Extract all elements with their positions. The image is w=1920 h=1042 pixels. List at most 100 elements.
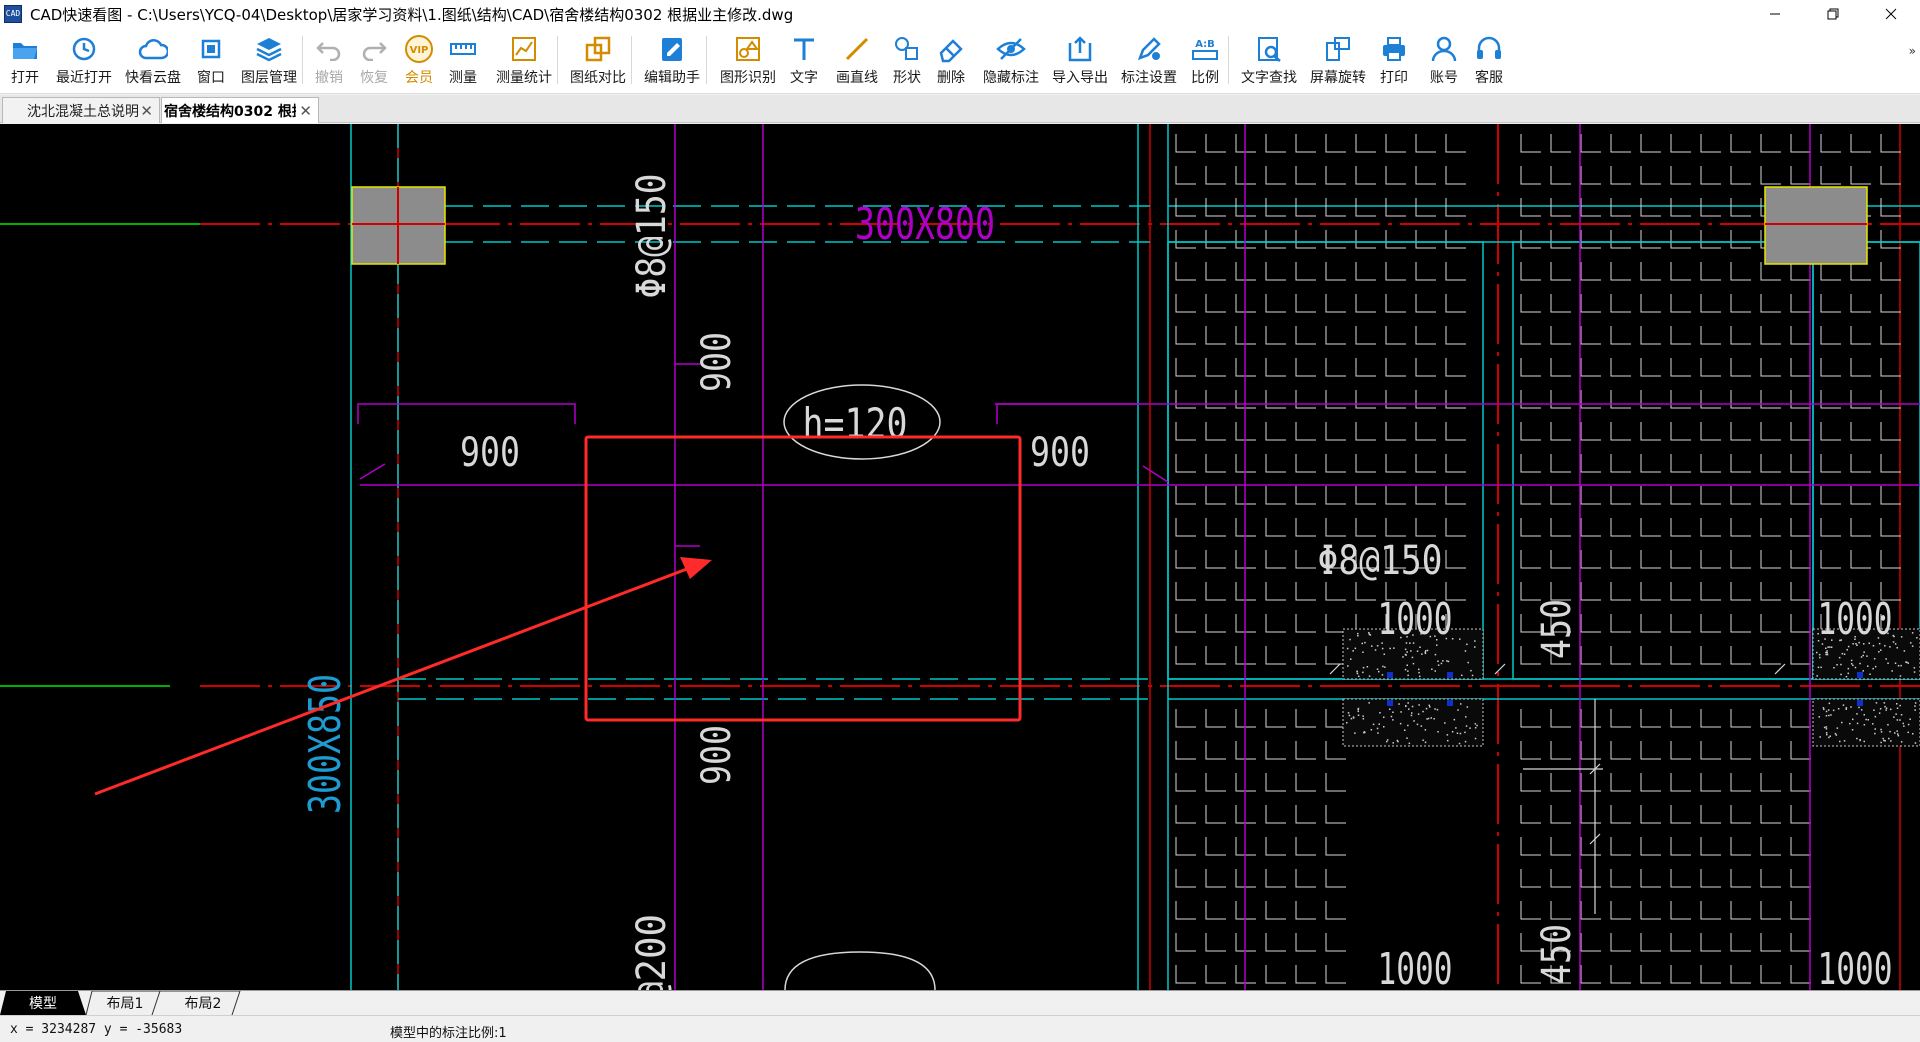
speckle-dot [1383,716,1385,718]
compare-button[interactable]: 图纸对比 [570,34,626,90]
speckle-dot [1471,674,1474,677]
speckle-dot [1466,643,1468,646]
speckle-dot [1418,668,1420,671]
speckle-dot [1905,661,1907,663]
rotate-screen-button[interactable]: 屏幕旋转 [1310,34,1366,90]
speckle-dot [1850,706,1852,708]
shape-tool-button[interactable]: 形状 [892,34,922,90]
toolbar-overflow-button[interactable]: » [1909,44,1916,58]
speckle-dot [1818,716,1820,718]
text-search-label: 文字查找 [1241,70,1297,86]
toolbar-divider [557,36,558,84]
close-tab-icon[interactable]: ✕ [140,102,153,120]
dim-450-a: 450 [1534,599,1580,659]
speckle-dot [1896,730,1898,732]
speckle-dot [1417,713,1420,715]
close-tab-icon[interactable]: ✕ [299,102,312,120]
shape-recog-button[interactable]: 图形识别 [720,34,776,90]
restore-button[interactable] [1804,0,1862,28]
ratio-button[interactable]: A:B 比例 [1190,34,1220,90]
speckle-dot [1368,675,1371,677]
minimize-button[interactable] [1746,0,1804,28]
layers-button[interactable]: 图层管理 [241,34,297,90]
speckle-dot [1358,675,1360,678]
speckle-dot [1464,731,1466,734]
speckle-dot [1858,706,1860,709]
account-button[interactable]: 账号 [1429,34,1459,90]
drawing-canvas[interactable]: 300X800 300X850 Φ8@150 Φ8@150 @200 900 9… [0,124,1920,990]
undo-button[interactable]: 撤销 [314,34,344,90]
service-button[interactable]: 客服 [1474,34,1504,90]
service-label: 客服 [1475,70,1503,86]
speckle-dot [1874,728,1876,730]
window-menu-button[interactable]: 窗口 [196,34,226,90]
close-window-button[interactable] [1862,0,1920,28]
dim-900-bottom: 900 [694,725,740,785]
line-tool-label: 画直线 [836,70,878,86]
speckle-dot [1847,667,1850,670]
edit-helper-button[interactable]: 编辑助手 [644,34,700,90]
speckle-dot [1470,669,1472,672]
line-tool-button[interactable]: 画直线 [836,34,878,90]
speckle-dot [1368,633,1371,636]
speckle-dot [1459,732,1462,735]
dim-settings-button[interactable]: 标注设置 [1121,34,1177,90]
speckle-dot [1378,723,1380,725]
tab-dormitory-structure[interactable]: 宿舍楼结构0302 根据- ✕ [161,97,319,123]
import-export-button[interactable]: 导入导出 [1052,34,1108,90]
layout-tab-bar: 模型 布局1 布局2 [0,990,1920,1016]
layout-tab-2[interactable]: 布局2 [168,991,238,1015]
speckle-dot [1422,739,1424,741]
vip-button[interactable]: VIP 会员 [404,34,434,90]
speckle-dot [1880,649,1882,651]
measure-button[interactable]: 测量 [448,34,478,90]
text-icon [789,34,819,64]
text-search-button[interactable]: 文字查找 [1241,34,1297,90]
speckle-dot [1347,712,1350,714]
speckle-dot [1882,737,1884,740]
speckle-dot [1889,730,1891,733]
toolbar-divider [631,36,632,84]
speckle-dot [1433,718,1435,720]
speckle-dot [1862,654,1864,657]
speckle-dot [1893,635,1895,638]
speckle-dot [1897,734,1900,737]
speckle-dot [1856,713,1858,715]
speckle-dot [1420,725,1423,727]
speckle-dot [1880,731,1883,733]
hide-dims-button[interactable]: 隐藏标注 [983,34,1039,90]
compare-label: 图纸对比 [570,70,626,86]
speckle-dot [1389,647,1391,650]
cloud-icon [138,34,168,64]
speckle-dot [1456,732,1459,734]
print-button[interactable]: 打印 [1379,34,1409,90]
cad-drawing[interactable]: 300X800 300X850 Φ8@150 Φ8@150 @200 900 9… [0,124,1920,990]
speckle-dot [1863,724,1866,726]
speckle-dot [1363,731,1366,733]
layout-tab-1[interactable]: 布局1 [90,991,160,1015]
delete-button[interactable]: 删除 [936,34,966,90]
recent-button[interactable]: 最近打开 [56,34,112,90]
dim-900-left: 900 [460,430,520,476]
speckle-dot [1384,666,1386,668]
open-button[interactable]: 打开 [10,34,40,90]
speckle-dot [1460,703,1462,705]
speckle-dot [1398,703,1400,705]
speckle-dot [1386,739,1389,741]
text-tool-button[interactable]: 文字 [789,34,819,90]
speckle-dot [1900,636,1903,638]
redo-button[interactable]: 恢复 [359,34,389,90]
pen-gear-icon [1134,34,1164,64]
speckle-dot [1370,729,1373,731]
tab-concrete-notes[interactable]: 沈北混凝土总说明 ✕ [2,97,160,123]
line-icon [842,34,872,64]
measure-stats-button[interactable]: 测量统计 [496,34,552,90]
layout-tab-model[interactable]: 模型 [6,991,80,1015]
speckle-dot [1867,665,1869,667]
rebar-vertical-label: Φ8@150 [629,174,675,299]
dim-settings-label: 标注设置 [1121,70,1177,86]
eraser-icon [936,34,966,64]
cloud-button[interactable]: 快看云盘 [125,34,181,90]
speckle-dot [1826,650,1828,652]
tab-label: 宿舍楼结构0302 根据- [164,103,296,120]
